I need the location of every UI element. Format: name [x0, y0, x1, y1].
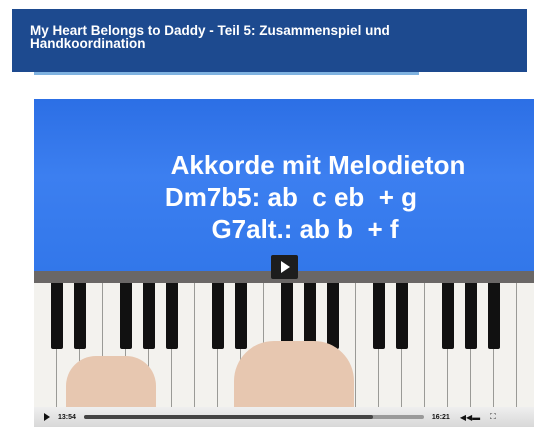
- slide-line-1: Akkorde mit Melodieton: [170, 150, 466, 180]
- seek-progress: [83, 415, 373, 419]
- black-key: [488, 283, 500, 349]
- black-key: [51, 283, 63, 349]
- video-frame-slide: Akkorde mit Melodieton Dm7b5: ab c eb + …: [34, 99, 534, 271]
- black-key: [465, 283, 477, 349]
- page-title: My Heart Belongs to Daddy - Teil 5: Zusa…: [30, 23, 390, 51]
- volume-icon[interactable]: ◀◀▬: [460, 413, 480, 422]
- fullscreen-icon[interactable]: ⛶: [490, 412, 496, 422]
- video-player[interactable]: Akkorde mit Melodieton Dm7b5: ab c eb + …: [34, 99, 534, 427]
- play-icon[interactable]: [44, 413, 50, 421]
- white-key: [517, 283, 534, 427]
- black-key: [143, 283, 155, 349]
- seek-bar[interactable]: [83, 415, 424, 419]
- slide-line-2: Dm7b5: ab c eb + g: [164, 182, 418, 212]
- center-play-button[interactable]: [271, 255, 298, 279]
- black-key: [235, 283, 247, 349]
- black-key: [373, 283, 385, 349]
- black-key: [74, 283, 86, 349]
- title-bar: My Heart Belongs to Daddy - Teil 5: Zusa…: [12, 9, 527, 72]
- black-key: [327, 283, 339, 349]
- black-key: [212, 283, 224, 349]
- black-key: [166, 283, 178, 349]
- black-key: [396, 283, 408, 349]
- black-key: [442, 283, 454, 349]
- slide-line-3: G7alt.: ab b + f: [211, 214, 399, 244]
- video-frame-keyboard: [34, 271, 534, 427]
- black-key: [120, 283, 132, 349]
- title-underline: [34, 72, 419, 75]
- black-key: [304, 283, 316, 349]
- play-icon: [281, 261, 290, 273]
- black-key: [281, 283, 293, 349]
- elapsed-time: 13:54: [58, 413, 76, 421]
- video-controls: 13:54 16:21 ◀◀▬ ⛶: [34, 407, 534, 427]
- duration-time: 16:21: [431, 413, 450, 421]
